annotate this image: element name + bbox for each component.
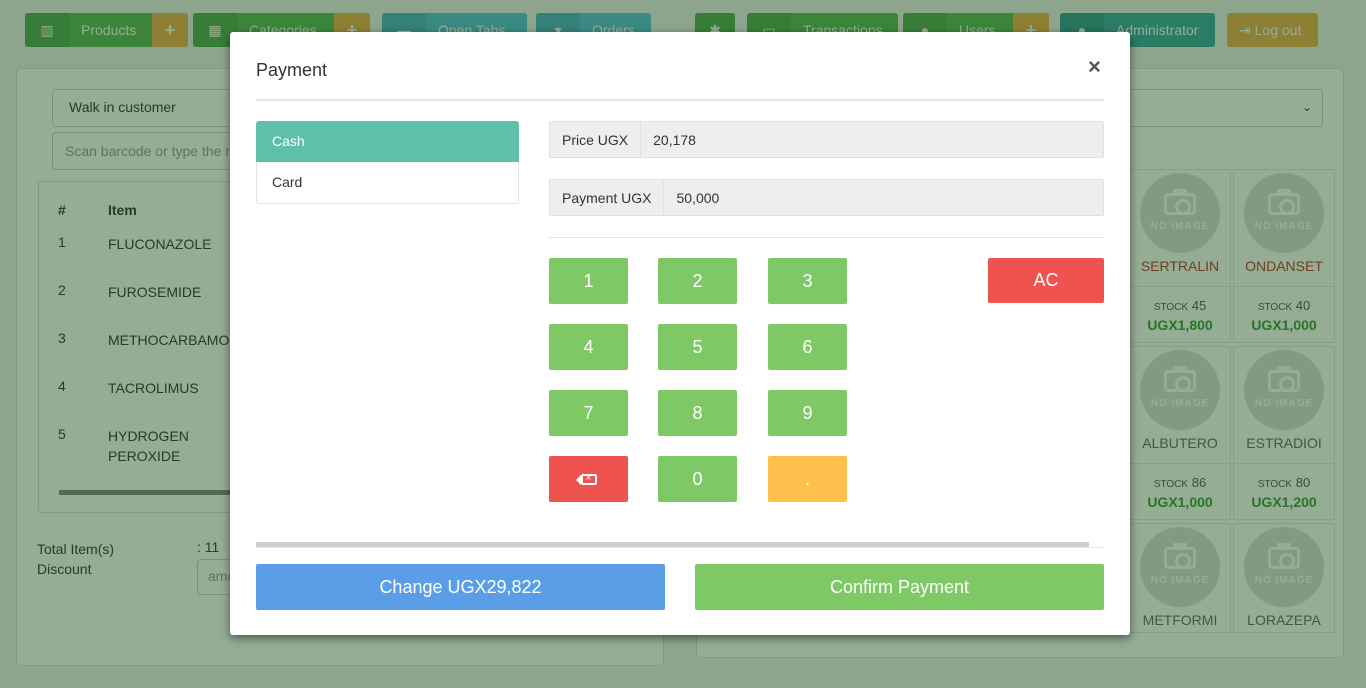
key-6[interactable]: 6 — [768, 324, 847, 370]
method-cash[interactable]: Cash — [256, 121, 519, 162]
backspace-button[interactable]: × — [549, 456, 628, 502]
price-label: Price UGX — [550, 122, 642, 157]
method-card[interactable]: Card — [256, 162, 519, 203]
backspace-icon: × — [575, 473, 597, 485]
payment-field[interactable]: Payment UGX 50,000 — [549, 179, 1104, 216]
payment-method-list: Cash Card — [256, 121, 519, 204]
key-1[interactable]: 1 — [549, 258, 628, 304]
key-9[interactable]: 9 — [768, 390, 847, 436]
key-8[interactable]: 8 — [658, 390, 737, 436]
change-display: Change UGX29,822 — [256, 564, 665, 610]
modal-title: Payment — [256, 60, 328, 80]
key-5[interactable]: 5 — [658, 324, 737, 370]
key-0[interactable]: 0 — [658, 456, 737, 502]
payment-label: Payment UGX — [550, 180, 665, 215]
price-value: 20,178 — [641, 122, 1103, 157]
divider — [256, 547, 1104, 548]
clear-all-button[interactable]: AC — [988, 258, 1104, 303]
divider — [256, 99, 1104, 101]
key-4[interactable]: 4 — [549, 324, 628, 370]
close-icon[interactable]: × — [1088, 54, 1101, 80]
key-7[interactable]: 7 — [549, 390, 628, 436]
price-field: Price UGX 20,178 — [549, 121, 1104, 158]
key-decimal[interactable]: . — [768, 456, 847, 502]
payment-input[interactable]: 50,000 — [664, 180, 1103, 215]
confirm-payment-button[interactable]: Confirm Payment — [695, 564, 1104, 610]
divider — [549, 237, 1104, 238]
key-2[interactable]: 2 — [658, 258, 737, 304]
key-3[interactable]: 3 — [768, 258, 847, 304]
payment-modal: Payment × Cash Card Price UGX 20,178 Pay… — [230, 32, 1130, 635]
